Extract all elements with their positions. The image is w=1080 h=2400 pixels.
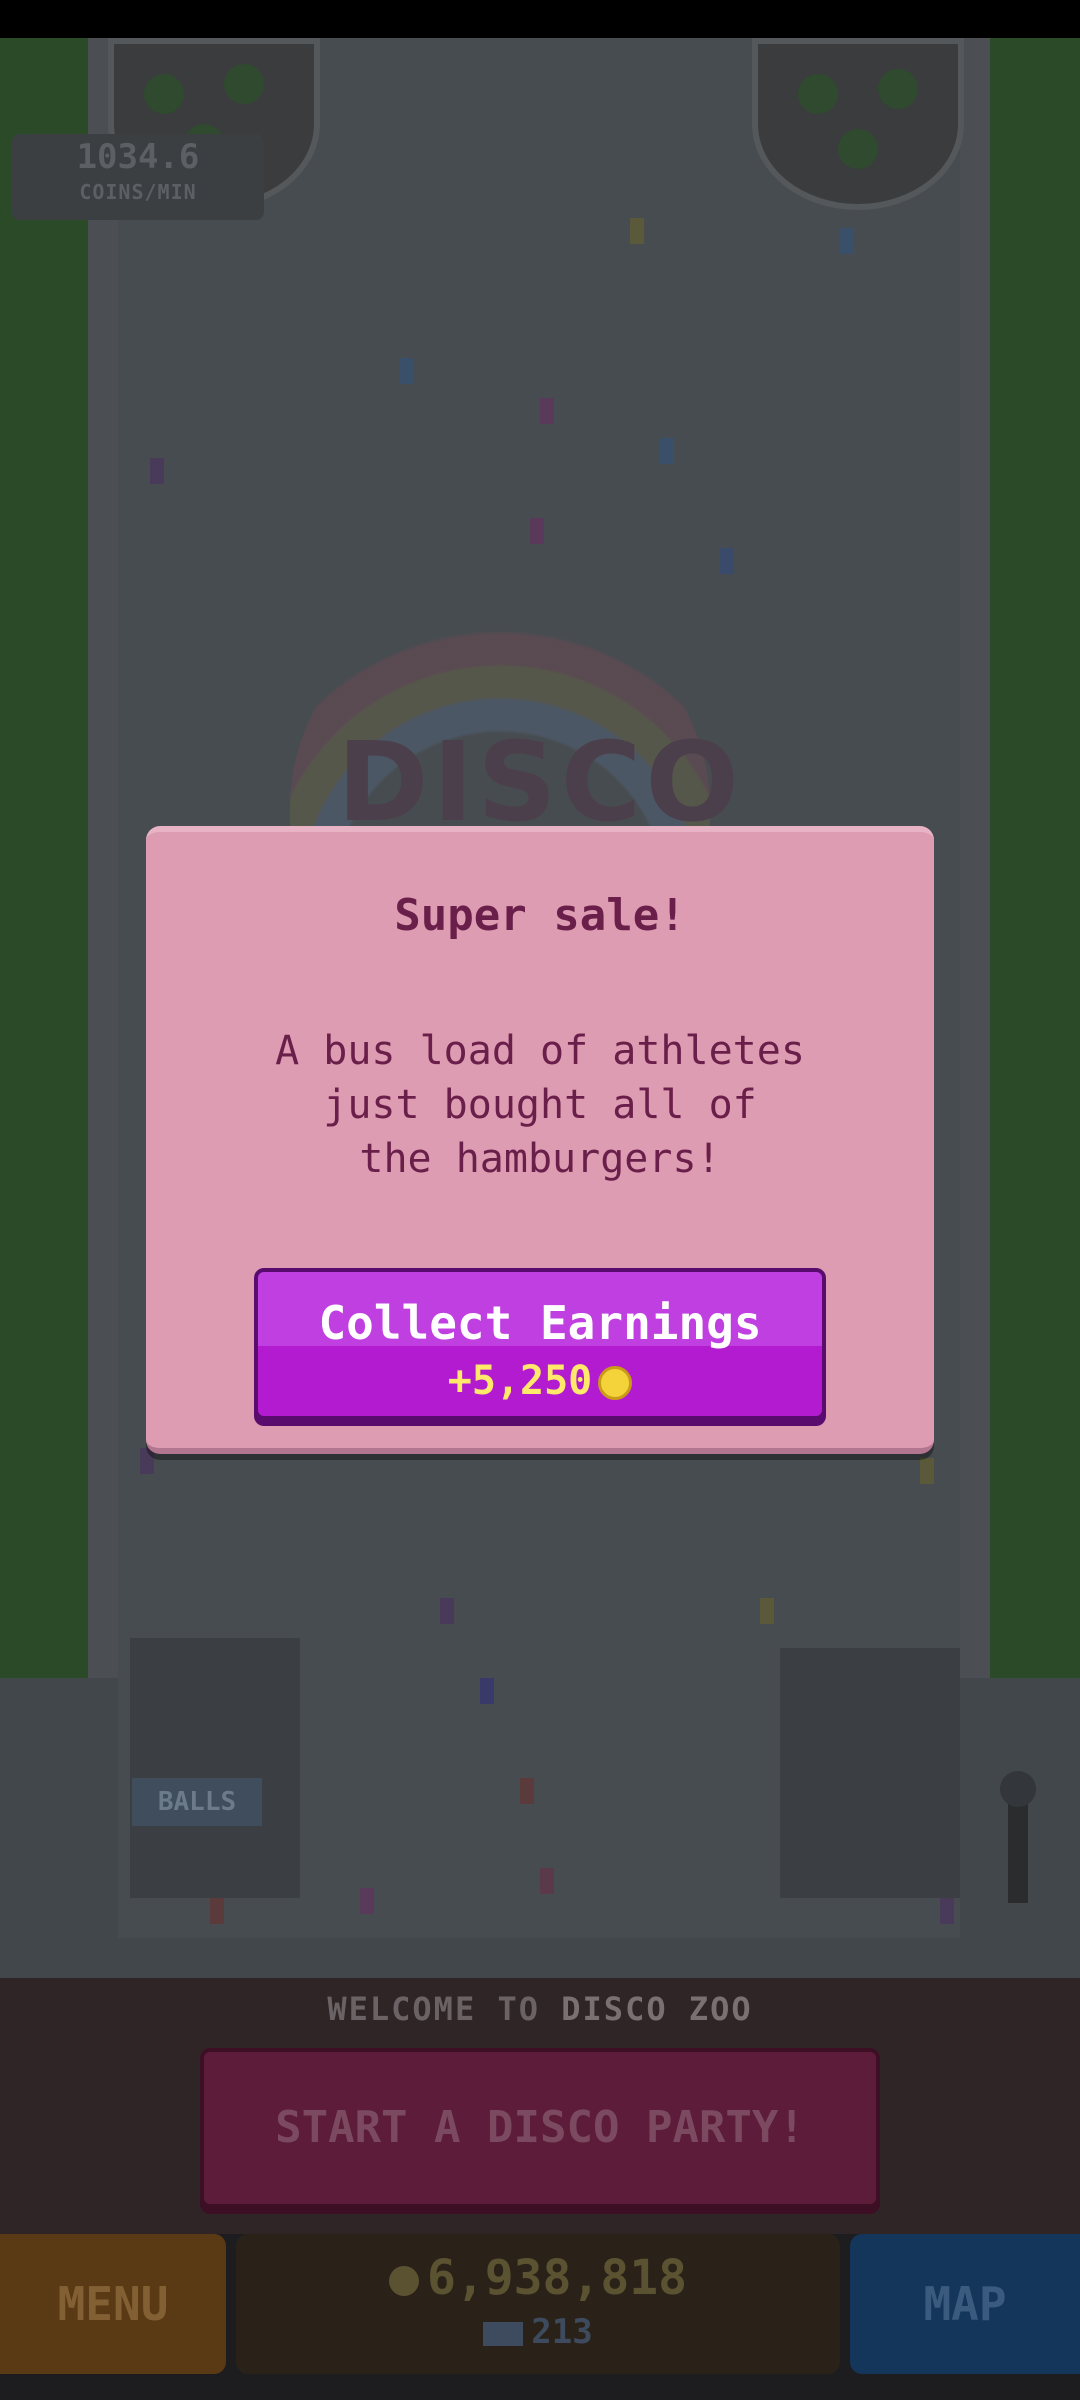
grass-right [990,38,1080,1678]
visitor [400,358,414,384]
map-button[interactable]: MAP [850,2234,1080,2374]
ticket-icon [483,2321,524,2346]
visitor [360,1888,374,1914]
visitor [530,518,544,544]
visitor [940,1898,954,1924]
balls-stand-sign: BALLS [132,1778,262,1826]
coins-per-min-counter: 1034.6 COINS/MIN [12,134,264,220]
welcome-prefix: WELCOME TO [327,1990,562,2028]
collect-earnings-label: Collect Earnings [318,1296,762,1350]
grass-left [0,38,90,1678]
visitor [520,1778,534,1804]
street-lamp [1000,1771,1036,1903]
visitor [150,458,164,484]
planter-right [752,38,964,210]
bush [798,74,838,114]
visitor [480,1678,494,1704]
menu-button[interactable]: MENU [0,2234,226,2374]
coin-balance-value: 6,938,818 [426,2250,688,2306]
welcome-zoo-name: DISCO ZOO [561,1990,753,2028]
visitor [920,1458,934,1484]
coin-icon [598,1366,633,1400]
welcome-text: WELCOME TO DISCO ZOO [0,1990,1080,2028]
coin-icon [388,2266,419,2296]
super-sale-dialog: Super sale! A bus load of athletes just … [146,826,934,1454]
status-bar [0,0,1080,38]
visitor [210,1898,224,1924]
visitor [440,1598,454,1624]
coin-balance: 6,938,818 [236,2250,840,2306]
collect-earnings-button[interactable]: Collect Earnings +5,250 [254,1268,826,1420]
dialog-title: Super sale! [394,890,686,941]
visitor [840,228,854,254]
visitor [540,398,554,424]
visitor [720,548,734,574]
start-disco-party-button[interactable]: START A DISCO PARTY! [200,2048,880,2208]
collect-earnings-amount: +5,250 [447,1358,593,1404]
visitor [630,218,644,244]
coins-per-min-value: 1034.6 [76,137,200,177]
visitor [660,438,674,464]
visitor [540,1868,554,1894]
ticket-balance-value: 213 [531,2312,593,2352]
bush [838,129,878,169]
ticket-balance: 213 [236,2312,840,2352]
building-right [780,1648,960,1898]
collect-earnings-amount-row: +5,250 [258,1358,822,1404]
visitor [760,1598,774,1624]
building-left [130,1638,300,1898]
wall-right [960,38,990,1678]
wall-left [88,38,118,1678]
coins-per-min-label: COINS/MIN [79,180,197,204]
dialog-message: A bus load of athletes just bought all o… [275,1028,805,1182]
bush [878,69,918,109]
bush [224,64,264,104]
bush [144,74,184,114]
